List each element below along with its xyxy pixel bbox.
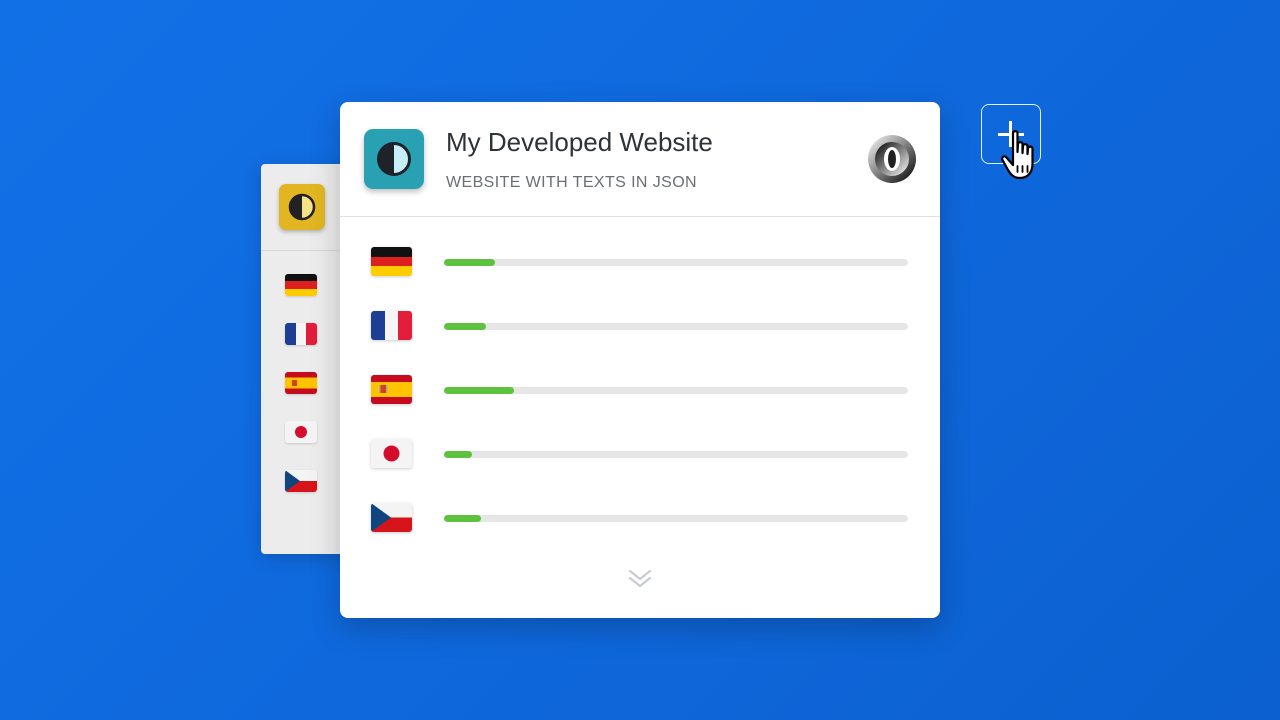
japan-flag-icon [285, 421, 317, 443]
language-row-fr[interactable] [340, 307, 940, 347]
progress-fill [444, 387, 514, 394]
czech-flag-icon [285, 470, 317, 492]
germany-flag-icon [285, 274, 317, 296]
language-row-ja[interactable] [340, 435, 940, 475]
project-card[interactable]: My Developed Website WEBSITE WITH TEXTS … [340, 102, 940, 618]
france-flag-icon [371, 311, 412, 340]
france-flag-icon [285, 323, 317, 345]
progress-track [444, 387, 908, 394]
spain-flag-icon [285, 372, 317, 394]
spain-flag-icon [371, 375, 412, 404]
contrast-icon [377, 142, 411, 176]
progress-fill [444, 451, 472, 458]
contrast-icon [288, 193, 316, 221]
back-project-app-icon[interactable] [279, 184, 325, 230]
progress-fill [444, 259, 496, 266]
progress-track [444, 451, 908, 458]
czech-flag-icon [371, 503, 412, 532]
card-header-divider [340, 216, 940, 217]
chevron-double-down-icon[interactable] [627, 566, 653, 592]
json-logo-icon [867, 134, 917, 184]
project-subtitle: WEBSITE WITH TEXTS IN JSON [446, 174, 698, 191]
hand-pointer-icon [1001, 130, 1034, 180]
progress-fill [444, 323, 486, 330]
germany-flag-icon [371, 247, 412, 276]
project-title: My Developed Website [446, 127, 713, 157]
japan-flag-icon [371, 439, 412, 468]
progress-track [444, 323, 908, 330]
project-app-icon[interactable] [364, 129, 424, 189]
language-row-de[interactable] [340, 243, 940, 283]
language-row-es[interactable] [340, 371, 940, 411]
language-row-cs[interactable] [340, 499, 940, 539]
progress-fill [444, 515, 482, 522]
progress-track [444, 515, 908, 522]
progress-track [444, 259, 908, 266]
